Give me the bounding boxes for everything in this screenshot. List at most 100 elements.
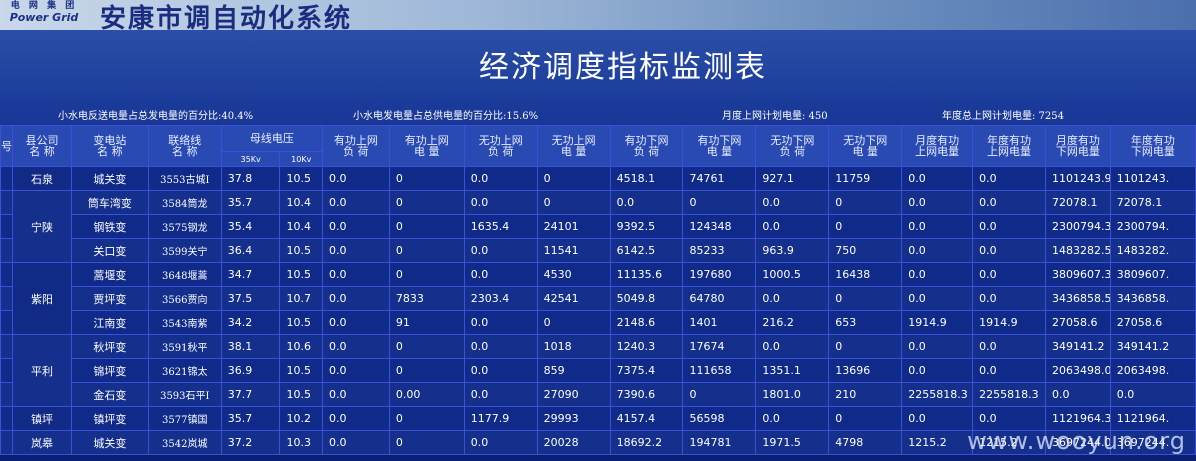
header-p-down-energy: 有功下网 电 量 xyxy=(682,125,757,167)
line-cell: 3591秋平 xyxy=(147,334,222,359)
value-cell: 0.0 xyxy=(463,310,538,335)
value-cell: 38.1 xyxy=(220,334,281,359)
value-cell: 37.5 xyxy=(220,286,281,311)
header-p-up-energy: 有功上网 电 量 xyxy=(388,125,465,167)
value-cell: 2300794. xyxy=(1109,214,1196,239)
value-cell: 7375.4 xyxy=(609,358,684,383)
line-cell: 3648堰蒿 xyxy=(147,262,222,287)
value-cell: 0 xyxy=(536,166,611,191)
value-cell: 27090 xyxy=(536,382,611,407)
value-cell: 0.0 xyxy=(901,238,974,263)
value-cell: 0.0 xyxy=(972,262,1046,287)
line-cell: 3577镇国 xyxy=(147,406,222,431)
value-cell: 0.0 xyxy=(322,190,390,215)
value-cell: 10.5 xyxy=(279,262,323,287)
value-cell: 0.0 xyxy=(609,190,684,215)
value-cell: 27058.6 xyxy=(1109,310,1196,335)
value-cell: 5049.8 xyxy=(609,286,684,311)
value-cell: 35.7 xyxy=(220,190,281,215)
table-row: 石泉 城关变 3553古城I 37.8 10.5 0.0 0 0.0 0 4518.1 74761 9… xyxy=(0,166,1196,191)
value-cell: 1483282.5 xyxy=(1044,238,1111,263)
value-cell: 11135.6 xyxy=(609,262,684,287)
value-cell: 42541 xyxy=(536,286,611,311)
county-cell: 岚皋 xyxy=(12,430,72,455)
seq-cell xyxy=(0,190,14,215)
value-cell: 7833 xyxy=(388,286,465,311)
value-cell: 0.0 xyxy=(755,334,830,359)
value-cell: 37.2 xyxy=(220,430,281,455)
value-cell: 1351.1 xyxy=(755,358,830,383)
table-row: 紫阳 蒿堰变 3648堰蒿 34.7 10.5 0.0 0 0.0 4530 11135.6 197… xyxy=(0,262,1196,335)
value-cell: 111658 xyxy=(682,358,757,383)
value-cell: 0 xyxy=(828,406,903,431)
value-cell: 0.0 xyxy=(901,358,974,383)
value-cell: 1177.9 xyxy=(463,406,538,431)
seq-cell xyxy=(0,214,14,239)
value-cell: 1401 xyxy=(682,310,757,335)
table-row: 钢铁变 3575钢龙 35.4 10.4 0.0 0 1635.4 24101 9392.5 12… xyxy=(0,214,1196,239)
value-cell: 74761 xyxy=(682,166,757,191)
watermark: www.wooyun.org xyxy=(967,427,1186,455)
value-cell: 1483282. xyxy=(1109,238,1196,263)
header-month-p-up: 月度有功 上网电量 xyxy=(901,125,974,167)
value-cell: 0.0 xyxy=(463,358,538,383)
station-cell: 蒿堰变 xyxy=(70,262,149,287)
value-cell: 197680 xyxy=(682,262,757,287)
header-year-p-up: 年度有功 上网电量 xyxy=(972,125,1046,167)
station-cell: 筒车湾变 xyxy=(70,190,149,215)
header-q-down-energy: 无功下网 电 量 xyxy=(828,125,903,167)
seq-cell xyxy=(0,310,14,335)
value-cell: 0.0 xyxy=(972,190,1046,215)
value-cell: 0.0 xyxy=(972,214,1046,239)
value-cell: 0 xyxy=(388,334,465,359)
value-cell: 10.5 xyxy=(279,166,323,191)
value-cell: 64780 xyxy=(682,286,757,311)
value-cell: 2300794.3 xyxy=(1044,214,1111,239)
value-cell: 6142.5 xyxy=(609,238,684,263)
value-cell: 0 xyxy=(388,214,465,239)
seq-cell xyxy=(0,430,14,455)
seq-cell xyxy=(0,382,14,407)
value-cell: 3809607. xyxy=(1109,262,1196,287)
value-cell: 56598 xyxy=(682,406,757,431)
value-cell: 4798 xyxy=(828,430,903,455)
value-cell: 349141.2 xyxy=(1109,334,1196,359)
station-cell: 钢铁变 xyxy=(70,214,149,239)
value-cell: 10.2 xyxy=(279,406,323,431)
value-cell: 0.00 xyxy=(388,382,465,407)
line-cell: 3584筒龙 xyxy=(147,190,222,215)
table-row: 宁陕 筒车湾变 3584筒龙 35.7 10.4 0.0 0 0.0 0 0.0 0 0.0 0 0.0 0… xyxy=(0,190,1196,263)
county-cell: 紫阳 xyxy=(12,262,72,335)
value-cell: 11759 xyxy=(828,166,903,191)
value-cell: 0 xyxy=(388,238,465,263)
value-cell: 0.0 xyxy=(322,358,390,383)
station-cell: 秋坪变 xyxy=(70,334,149,359)
value-cell: 216.2 xyxy=(755,310,830,335)
line-cell: 3543南紫 xyxy=(147,310,222,335)
value-cell: 0.0 xyxy=(322,262,390,287)
value-cell: 0 xyxy=(828,286,903,311)
value-cell: 10.6 xyxy=(279,334,323,359)
value-cell: 34.7 xyxy=(220,262,281,287)
value-cell: 0 xyxy=(388,190,465,215)
seq-cell xyxy=(0,358,14,383)
value-cell: 0 xyxy=(536,310,611,335)
value-cell: 210 xyxy=(828,382,903,407)
value-cell: 1101243.9 xyxy=(1044,166,1111,191)
line-cell: 3542岚城 xyxy=(147,430,222,455)
value-cell: 0 xyxy=(388,262,465,287)
value-cell: 24101 xyxy=(536,214,611,239)
system-title: 安康市调自动化系统 xyxy=(100,4,353,30)
value-cell: 0 xyxy=(536,190,611,215)
value-cell: 0.0 xyxy=(901,334,974,359)
value-cell: 0.0 xyxy=(901,406,974,431)
line-cell: 3575钢龙 xyxy=(147,214,222,239)
summary-reverse-ratio: 小水电反送电量占总发电量的百分比:40.4% xyxy=(58,111,254,122)
value-cell: 0.0 xyxy=(972,334,1046,359)
header-bus-voltage: 母线电压 xyxy=(220,125,324,152)
main-content: 经济调度指标监测表 小水电反送电量占总发电量的百分比:40.4% 小水电发电量占… xyxy=(0,30,1196,461)
value-cell: 0.0 xyxy=(755,190,830,215)
value-cell: 1000.5 xyxy=(755,262,830,287)
value-cell: 72078.1 xyxy=(1109,190,1196,215)
header-q-up-load: 无功上网 负 荷 xyxy=(463,125,538,167)
